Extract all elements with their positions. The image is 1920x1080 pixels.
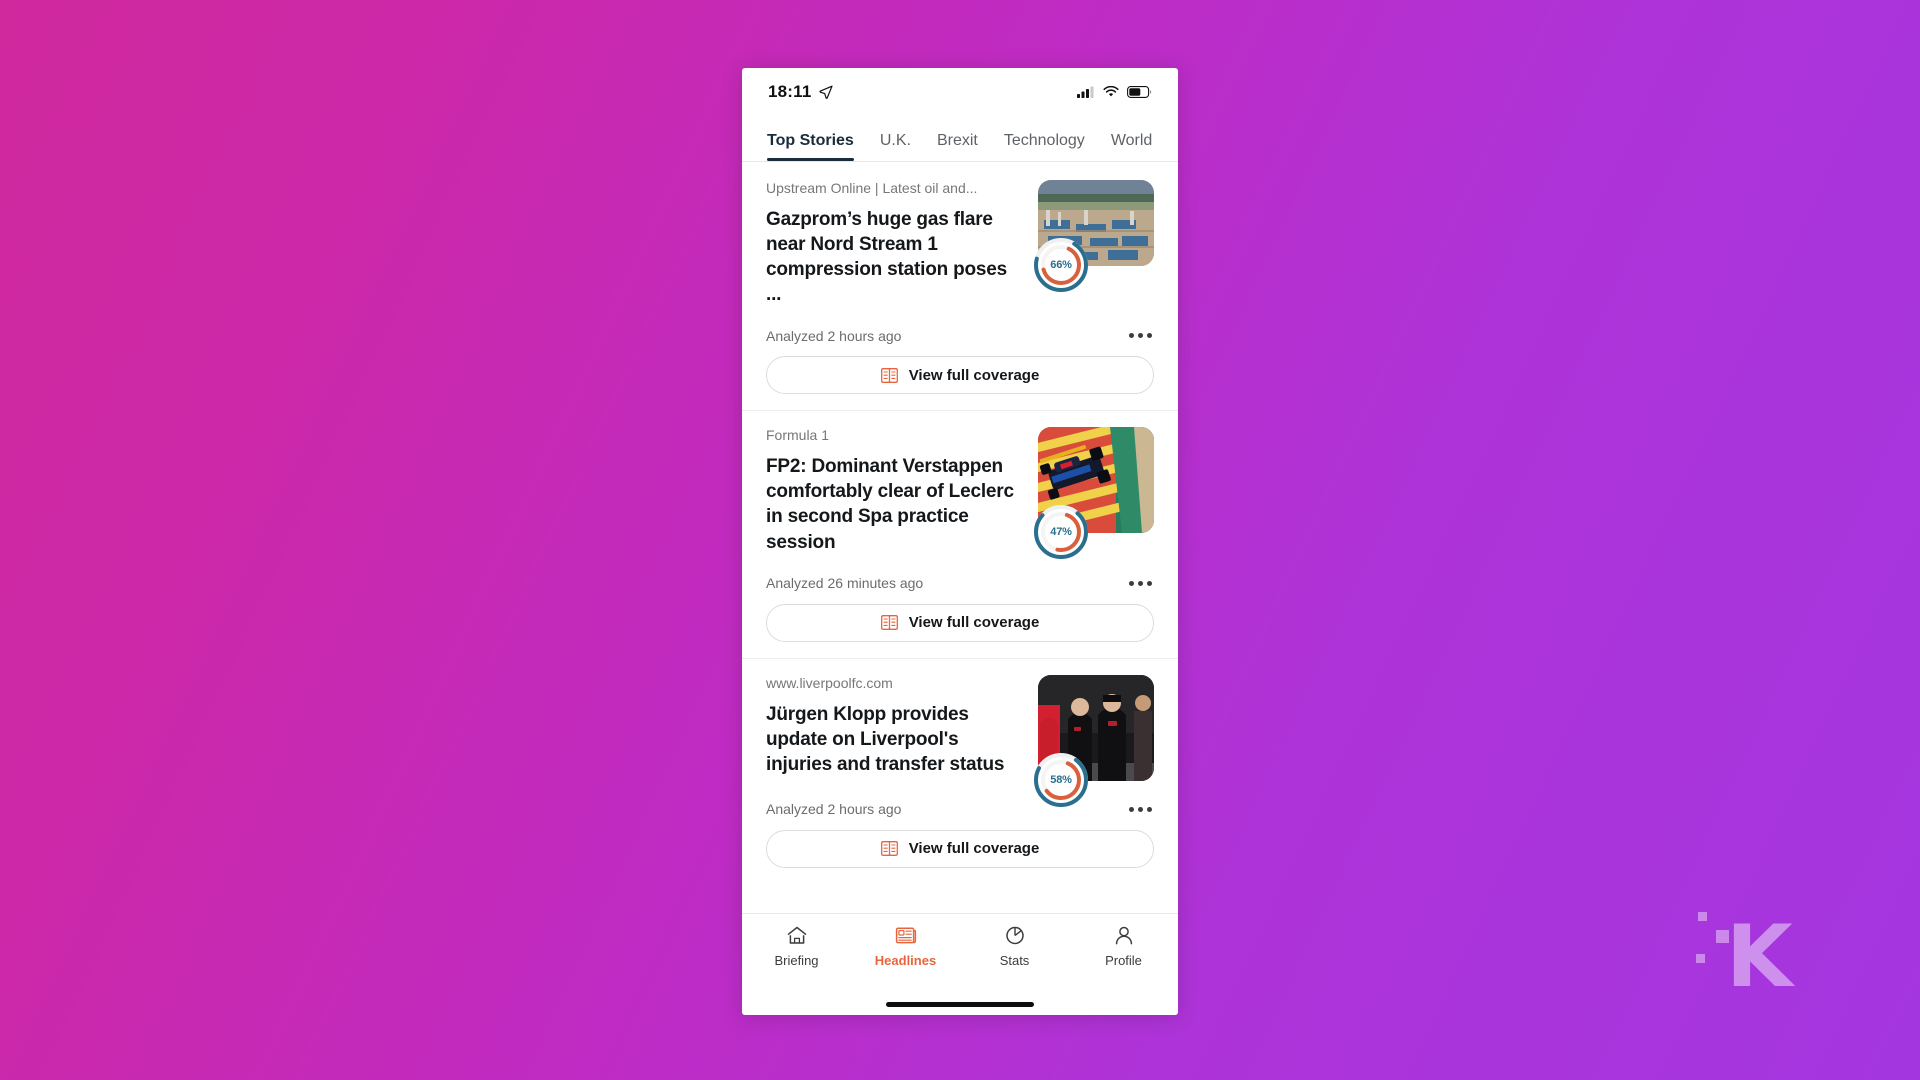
analyzed-timestamp: Analyzed 26 minutes ago <box>766 575 924 592</box>
article-media: 58% <box>1034 674 1154 807</box>
nav-item-profile[interactable]: Profile <box>1069 925 1178 968</box>
article-source: Upstream Online | Latest oil and... <box>766 180 978 196</box>
watermark-square <box>1698 912 1707 921</box>
nav-item-stats[interactable]: Stats <box>960 925 1069 968</box>
article-card[interactable]: Upstream Online | Latest oil and... Gazp… <box>742 162 1178 395</box>
bottom-navigation: Briefing Headlines Stats Profile <box>742 913 1178 993</box>
article-source: www.liverpoolfc.com <box>766 674 893 691</box>
location-arrow-icon <box>818 85 833 99</box>
person-icon <box>1113 925 1135 946</box>
credibility-gauge: 47% <box>1032 503 1090 561</box>
nav-label-headlines: Headlines <box>874 953 937 968</box>
more-options-icon[interactable] <box>1127 801 1154 818</box>
article-text: Upstream Online | Latest oil and... Gazp… <box>766 180 1024 307</box>
more-options-icon[interactable] <box>1127 575 1154 592</box>
phone-screen: 18:11 Top Stories U.K. Brexit Technology… <box>742 68 1178 1015</box>
nav-label-profile: Profile <box>1105 953 1142 968</box>
analyzed-timestamp: Analyzed 2 hours ago <box>766 801 902 818</box>
view-full-coverage-label: View full coverage <box>908 614 1040 632</box>
article-text: Formula 1 FP2: Dominant Verstappen comfo… <box>766 427 1024 554</box>
article-text: www.liverpoolfc.com Jürgen Klopp provide… <box>766 675 1024 777</box>
view-full-coverage-label: View full coverage <box>908 366 1040 384</box>
article-card[interactable]: www.liverpoolfc.com Jürgen Klopp provide… <box>742 657 1178 868</box>
status-bar-right <box>1077 86 1152 98</box>
pie-chart-icon <box>1004 925 1026 946</box>
status-bar: 18:11 <box>742 68 1178 116</box>
nav-item-briefing[interactable]: Briefing <box>742 925 851 968</box>
credibility-score: 58% <box>1050 773 1072 786</box>
article-title[interactable]: Jürgen Klopp provides update on Liverpoo… <box>766 702 1024 777</box>
view-full-coverage-button[interactable]: View full coverage <box>766 829 1154 868</box>
credibility-score: 66% <box>1050 259 1072 271</box>
newspaper-icon <box>880 367 898 383</box>
analyzed-timestamp: Analyzed 2 hours ago <box>766 327 902 344</box>
view-full-coverage-button[interactable]: View full coverage <box>766 356 1154 395</box>
watermark-square <box>1696 954 1705 963</box>
credibility-gauge: 66% <box>1032 236 1090 294</box>
article-top: Upstream Online | Latest oil and... Gazp… <box>766 180 1154 307</box>
article-meta: Analyzed 2 hours ago <box>766 327 1154 344</box>
knowtechie-watermark: K <box>1692 892 1802 1002</box>
article-media: 47% <box>1034 427 1154 560</box>
view-full-coverage-label: View full coverage <box>908 840 1040 858</box>
newspaper-icon <box>880 615 898 631</box>
article-feed[interactable]: Upstream Online | Latest oil and... Gazp… <box>742 162 1178 913</box>
article-top: www.liverpoolfc.com Jürgen Klopp provide… <box>766 674 1154 807</box>
home-icon <box>786 925 808 946</box>
nav-label-briefing: Briefing <box>774 953 819 968</box>
tab-top-stories[interactable]: Top Stories <box>754 132 867 161</box>
home-indicator[interactable] <box>742 993 1178 1015</box>
credibility-gauge: 58% <box>1032 751 1090 809</box>
nav-item-headlines[interactable]: Headlines <box>851 925 960 968</box>
status-bar-left: 18:11 <box>768 82 833 102</box>
tab-world[interactable]: World <box>1098 132 1166 161</box>
article-title[interactable]: FP2: Dominant Verstappen comfortably cle… <box>766 454 1024 554</box>
tab-technology[interactable]: Technology <box>991 132 1098 161</box>
article-title[interactable]: Gazprom’s huge gas flare near Nord Strea… <box>766 207 1024 307</box>
article-card[interactable]: Formula 1 FP2: Dominant Verstappen comfo… <box>742 410 1178 642</box>
newspaper-icon <box>880 841 898 857</box>
article-media: 66% <box>1034 180 1154 292</box>
more-options-icon[interactable] <box>1127 327 1154 344</box>
article-meta: Analyzed 26 minutes ago <box>766 575 1154 592</box>
article-top: Formula 1 FP2: Dominant Verstappen comfo… <box>766 427 1154 560</box>
tab-brexit[interactable]: Brexit <box>924 132 991 161</box>
wifi-icon <box>1103 86 1119 98</box>
article-source: Formula 1 <box>766 427 830 444</box>
category-tabs: Top Stories U.K. Brexit Technology World <box>742 116 1178 162</box>
tab-uk[interactable]: U.K. <box>867 132 924 161</box>
status-time: 18:11 <box>768 82 812 101</box>
newspaper-icon <box>895 925 917 946</box>
cellular-signal-icon <box>1077 86 1095 98</box>
article-meta: Analyzed 2 hours ago <box>766 801 1154 818</box>
credibility-score: 47% <box>1050 526 1072 539</box>
battery-icon <box>1127 86 1152 98</box>
watermark-letter: K <box>1726 907 1793 1007</box>
nav-label-stats: Stats <box>999 953 1030 968</box>
view-full-coverage-button[interactable]: View full coverage <box>766 603 1154 642</box>
